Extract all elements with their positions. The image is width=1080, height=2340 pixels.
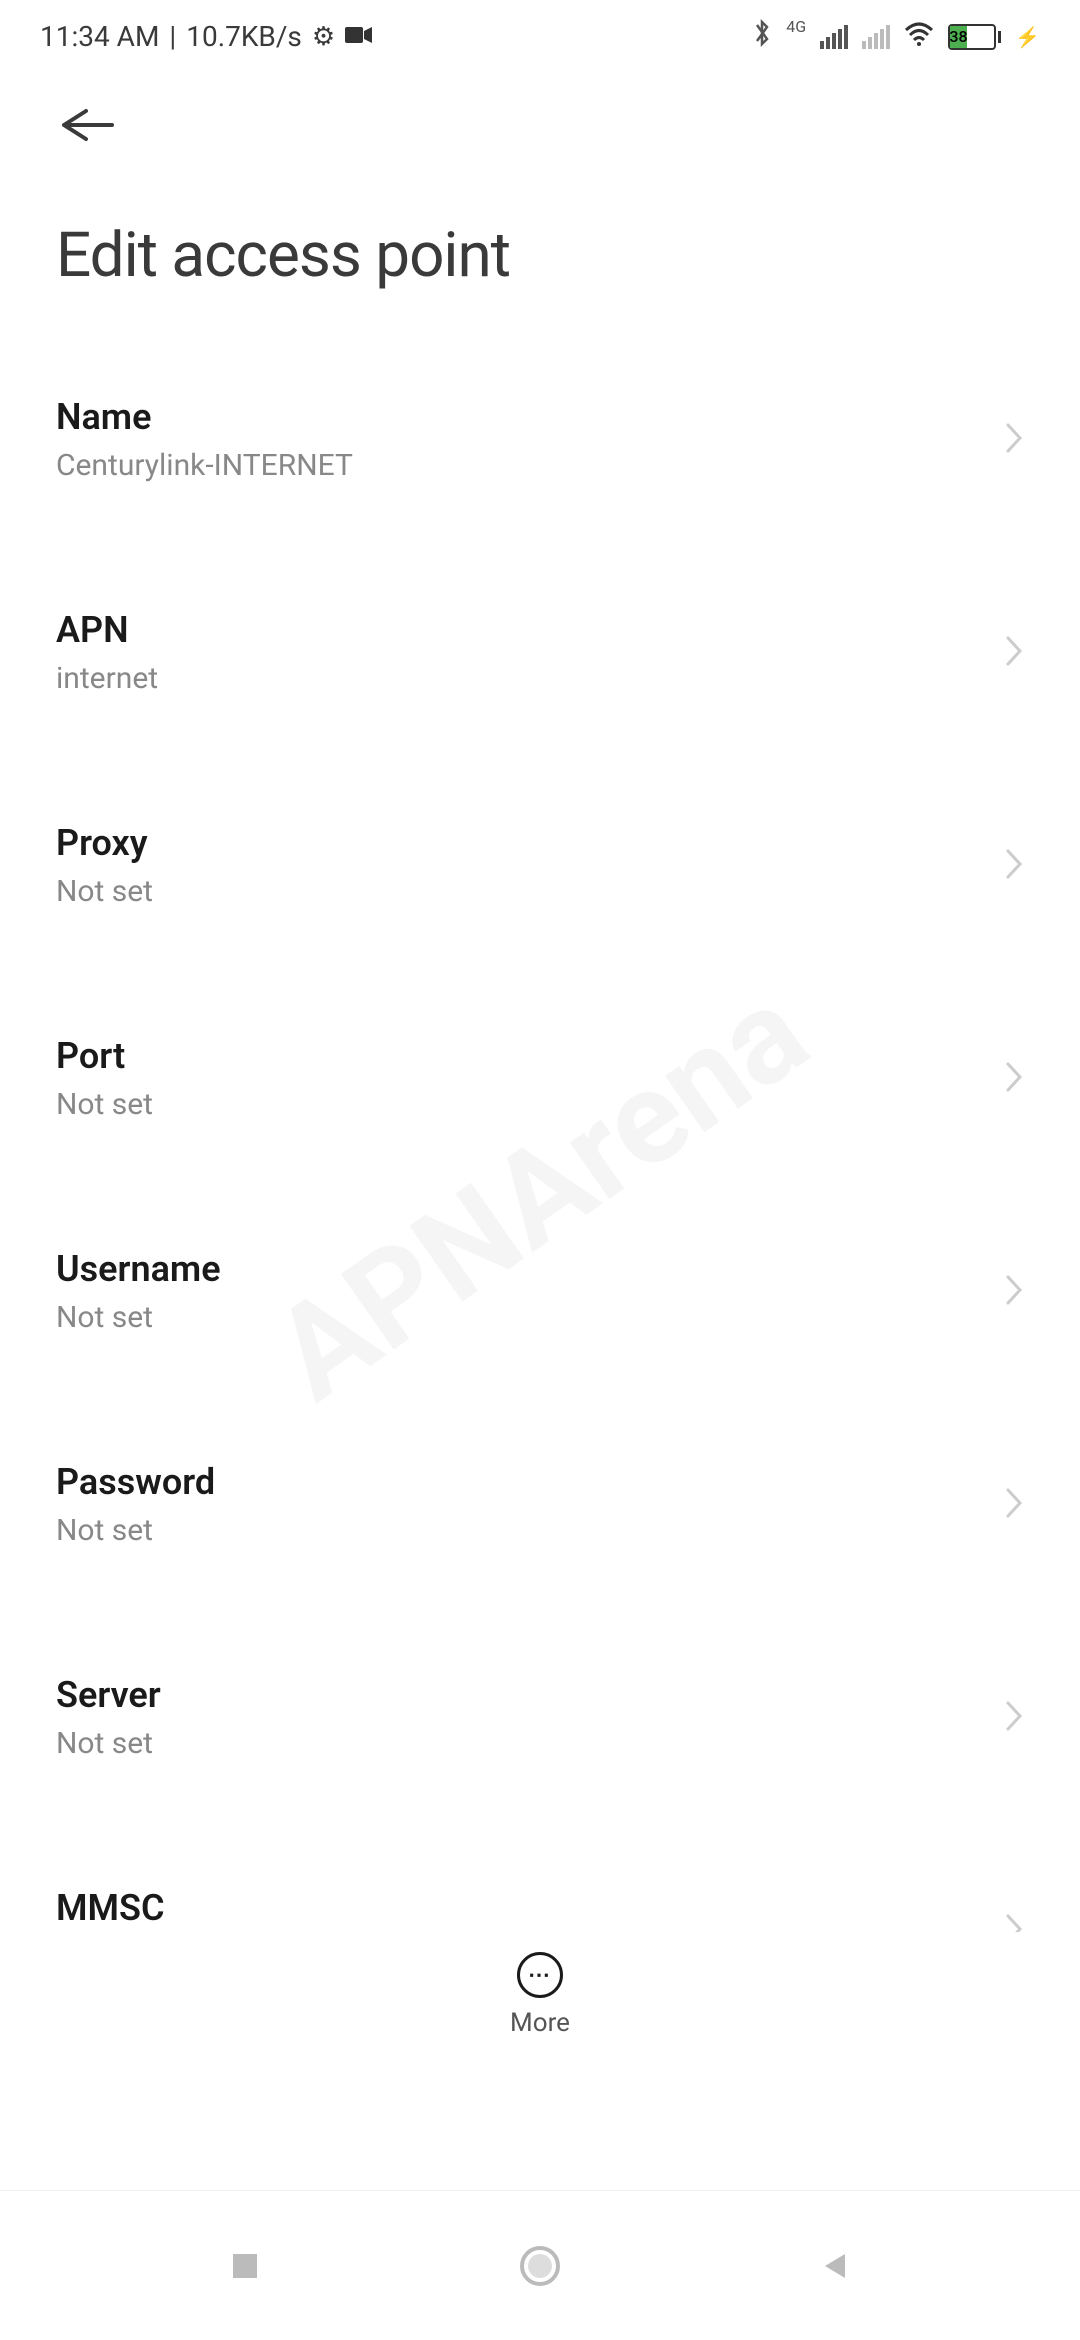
settings-list: Name Centurylink-INTERNET APN internet P… bbox=[0, 312, 1080, 2102]
setting-label: MMS proxy bbox=[56, 2100, 239, 2102]
setting-label: Name bbox=[56, 396, 353, 438]
setting-label: APN bbox=[56, 609, 158, 651]
setting-label: Server bbox=[56, 1674, 161, 1716]
signal-bars-1 bbox=[820, 25, 848, 49]
setting-row-port[interactable]: Port Not set bbox=[0, 1001, 1080, 1156]
nav-home-button[interactable] bbox=[518, 2244, 562, 2288]
setting-value: Not set bbox=[56, 1513, 215, 1548]
charging-icon: ⚡ bbox=[1015, 25, 1040, 49]
setting-row-proxy[interactable]: Proxy Not set bbox=[0, 788, 1080, 943]
setting-value: Not set bbox=[56, 874, 153, 909]
more-label: More bbox=[510, 2008, 570, 2038]
network-type: 4G bbox=[786, 17, 806, 36]
setting-label: Proxy bbox=[56, 822, 153, 864]
status-speed: 10.7KB/s bbox=[186, 20, 302, 53]
gear-icon: ⚙ bbox=[312, 22, 335, 52]
chevron-right-icon bbox=[1004, 1060, 1024, 1098]
setting-value: internet bbox=[56, 661, 158, 696]
status-time: 11:34 AM bbox=[40, 20, 159, 53]
setting-row-apn[interactable]: APN internet bbox=[0, 575, 1080, 730]
navigation-bar bbox=[0, 2190, 1080, 2340]
status-separator: | bbox=[169, 20, 176, 53]
setting-value: Not set bbox=[56, 1726, 161, 1761]
status-bar: 11:34 AM | 10.7KB/s ⚙ 4G bbox=[0, 0, 1080, 65]
battery-percent: 38 bbox=[950, 26, 967, 48]
setting-row-username[interactable]: Username Not set bbox=[0, 1214, 1080, 1369]
more-icon: ⋯ bbox=[517, 1952, 563, 1998]
setting-label: Port bbox=[56, 1035, 153, 1077]
nav-back-button[interactable] bbox=[817, 2248, 853, 2284]
setting-label: Username bbox=[56, 1248, 221, 1290]
setting-value: Not set bbox=[56, 1300, 221, 1335]
chevron-right-icon bbox=[1004, 1486, 1024, 1524]
setting-row-password[interactable]: Password Not set bbox=[0, 1427, 1080, 1582]
setting-row-server[interactable]: Server Not set bbox=[0, 1640, 1080, 1795]
chevron-right-icon bbox=[1004, 1699, 1024, 1737]
signal-bars-2 bbox=[862, 25, 890, 49]
chevron-right-icon bbox=[1004, 634, 1024, 672]
setting-row-mms-proxy[interactable]: MMS proxy Not set bbox=[0, 2066, 1080, 2102]
more-button[interactable]: ⋯ More bbox=[510, 1952, 570, 2038]
setting-row-name[interactable]: Name Centurylink-INTERNET bbox=[0, 362, 1080, 517]
page-title: Edit access point bbox=[56, 219, 1024, 292]
nav-recent-button[interactable] bbox=[227, 2248, 263, 2284]
setting-value: Not set bbox=[56, 1087, 153, 1122]
chevron-right-icon bbox=[1004, 1273, 1024, 1311]
battery-icon: 38 bbox=[948, 24, 1001, 50]
bluetooth-icon bbox=[752, 18, 772, 55]
chevron-right-icon bbox=[1004, 847, 1024, 885]
chevron-right-icon bbox=[1004, 421, 1024, 459]
wifi-icon bbox=[904, 20, 934, 53]
setting-label: MMSC bbox=[56, 1887, 165, 1929]
camera-icon bbox=[345, 22, 373, 52]
back-button[interactable] bbox=[56, 105, 1024, 149]
setting-value: Centurylink-INTERNET bbox=[56, 448, 353, 483]
setting-label: Password bbox=[56, 1461, 215, 1503]
